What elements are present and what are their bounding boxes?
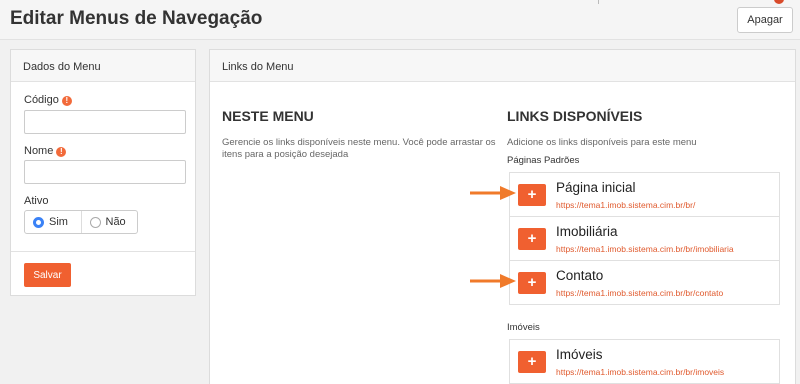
radio-yes[interactable]: Sim — [25, 211, 81, 233]
this-menu-description: Gerencie os links disponíveis neste menu… — [222, 137, 496, 160]
name-label: Nome! — [24, 145, 67, 157]
radio-yes-label: Sim — [49, 216, 68, 228]
name-input[interactable] — [24, 160, 186, 184]
add-link-button[interactable]: + — [518, 184, 546, 206]
notification-dot — [774, 0, 784, 4]
active-radio-group: Sim Não — [24, 210, 138, 234]
save-button[interactable]: Salvar — [24, 263, 71, 287]
active-label: Ativo — [24, 195, 49, 207]
add-link-button[interactable]: + — [518, 272, 546, 294]
link-card-agency: + Imobiliária https://tema1.imob.sistema… — [509, 216, 780, 261]
link-title: Imobiliária — [556, 224, 618, 239]
link-card-properties: + Imóveis https://tema1.imob.sistema.cim… — [509, 339, 780, 384]
radio-checked-icon — [33, 216, 44, 228]
menu-data-panel-title: Dados do Menu — [11, 50, 195, 82]
code-input[interactable] — [24, 110, 186, 134]
arrow-right-icon — [470, 274, 516, 288]
this-menu-heading: NESTE MENU — [222, 108, 314, 124]
info-icon: ! — [61, 96, 72, 106]
top-divider — [598, 0, 599, 4]
link-card-contact: + Contato https://tema1.imob.sistema.cim… — [509, 260, 780, 305]
link-url: https://tema1.imob.sistema.cim.br/br/ — [556, 200, 696, 210]
link-title: Página inicial — [556, 180, 636, 195]
delete-button[interactable]: Apagar — [737, 7, 793, 33]
radio-no-label: Não — [105, 216, 126, 228]
link-title: Contato — [556, 268, 604, 283]
link-url: https://tema1.imob.sistema.cim.br/br/imo… — [556, 244, 734, 254]
info-icon: ! — [56, 147, 67, 157]
radio-no[interactable]: Não — [80, 211, 138, 233]
radio-unchecked-icon — [89, 216, 101, 228]
link-card-home: + Página inicial https://tema1.imob.sist… — [509, 172, 780, 217]
page-title: Editar Menus de Navegação — [10, 8, 263, 29]
available-links-heading: LINKS DISPONÍVEIS — [507, 108, 643, 124]
add-link-button[interactable]: + — [518, 351, 546, 373]
top-bar: Editar Menus de Navegação Apagar — [0, 0, 800, 40]
group-label-default-pages: Páginas Padrões — [507, 155, 580, 166]
code-label-text: Código — [24, 94, 59, 106]
link-url: https://tema1.imob.sistema.cim.br/br/con… — [556, 288, 724, 298]
menu-links-panel-title: Links do Menu — [210, 50, 795, 82]
link-url: https://tema1.imob.sistema.cim.br/br/imo… — [556, 367, 725, 377]
group-label-properties: Imóveis — [507, 322, 540, 333]
arrow-right-icon — [470, 186, 516, 200]
code-label: Código! — [24, 94, 72, 106]
available-links-description: Adicione os links disponíveis para este … — [507, 137, 697, 148]
add-link-button[interactable]: + — [518, 228, 546, 250]
menu-data-panel: Dados do Menu Código! Nome! Ativo Sim Nã… — [10, 49, 196, 296]
link-title: Imóveis — [556, 347, 603, 362]
menu-links-panel: Links do Menu NESTE MENU Gerencie os lin… — [209, 49, 796, 384]
divider — [11, 251, 195, 252]
name-label-text: Nome — [24, 145, 54, 157]
